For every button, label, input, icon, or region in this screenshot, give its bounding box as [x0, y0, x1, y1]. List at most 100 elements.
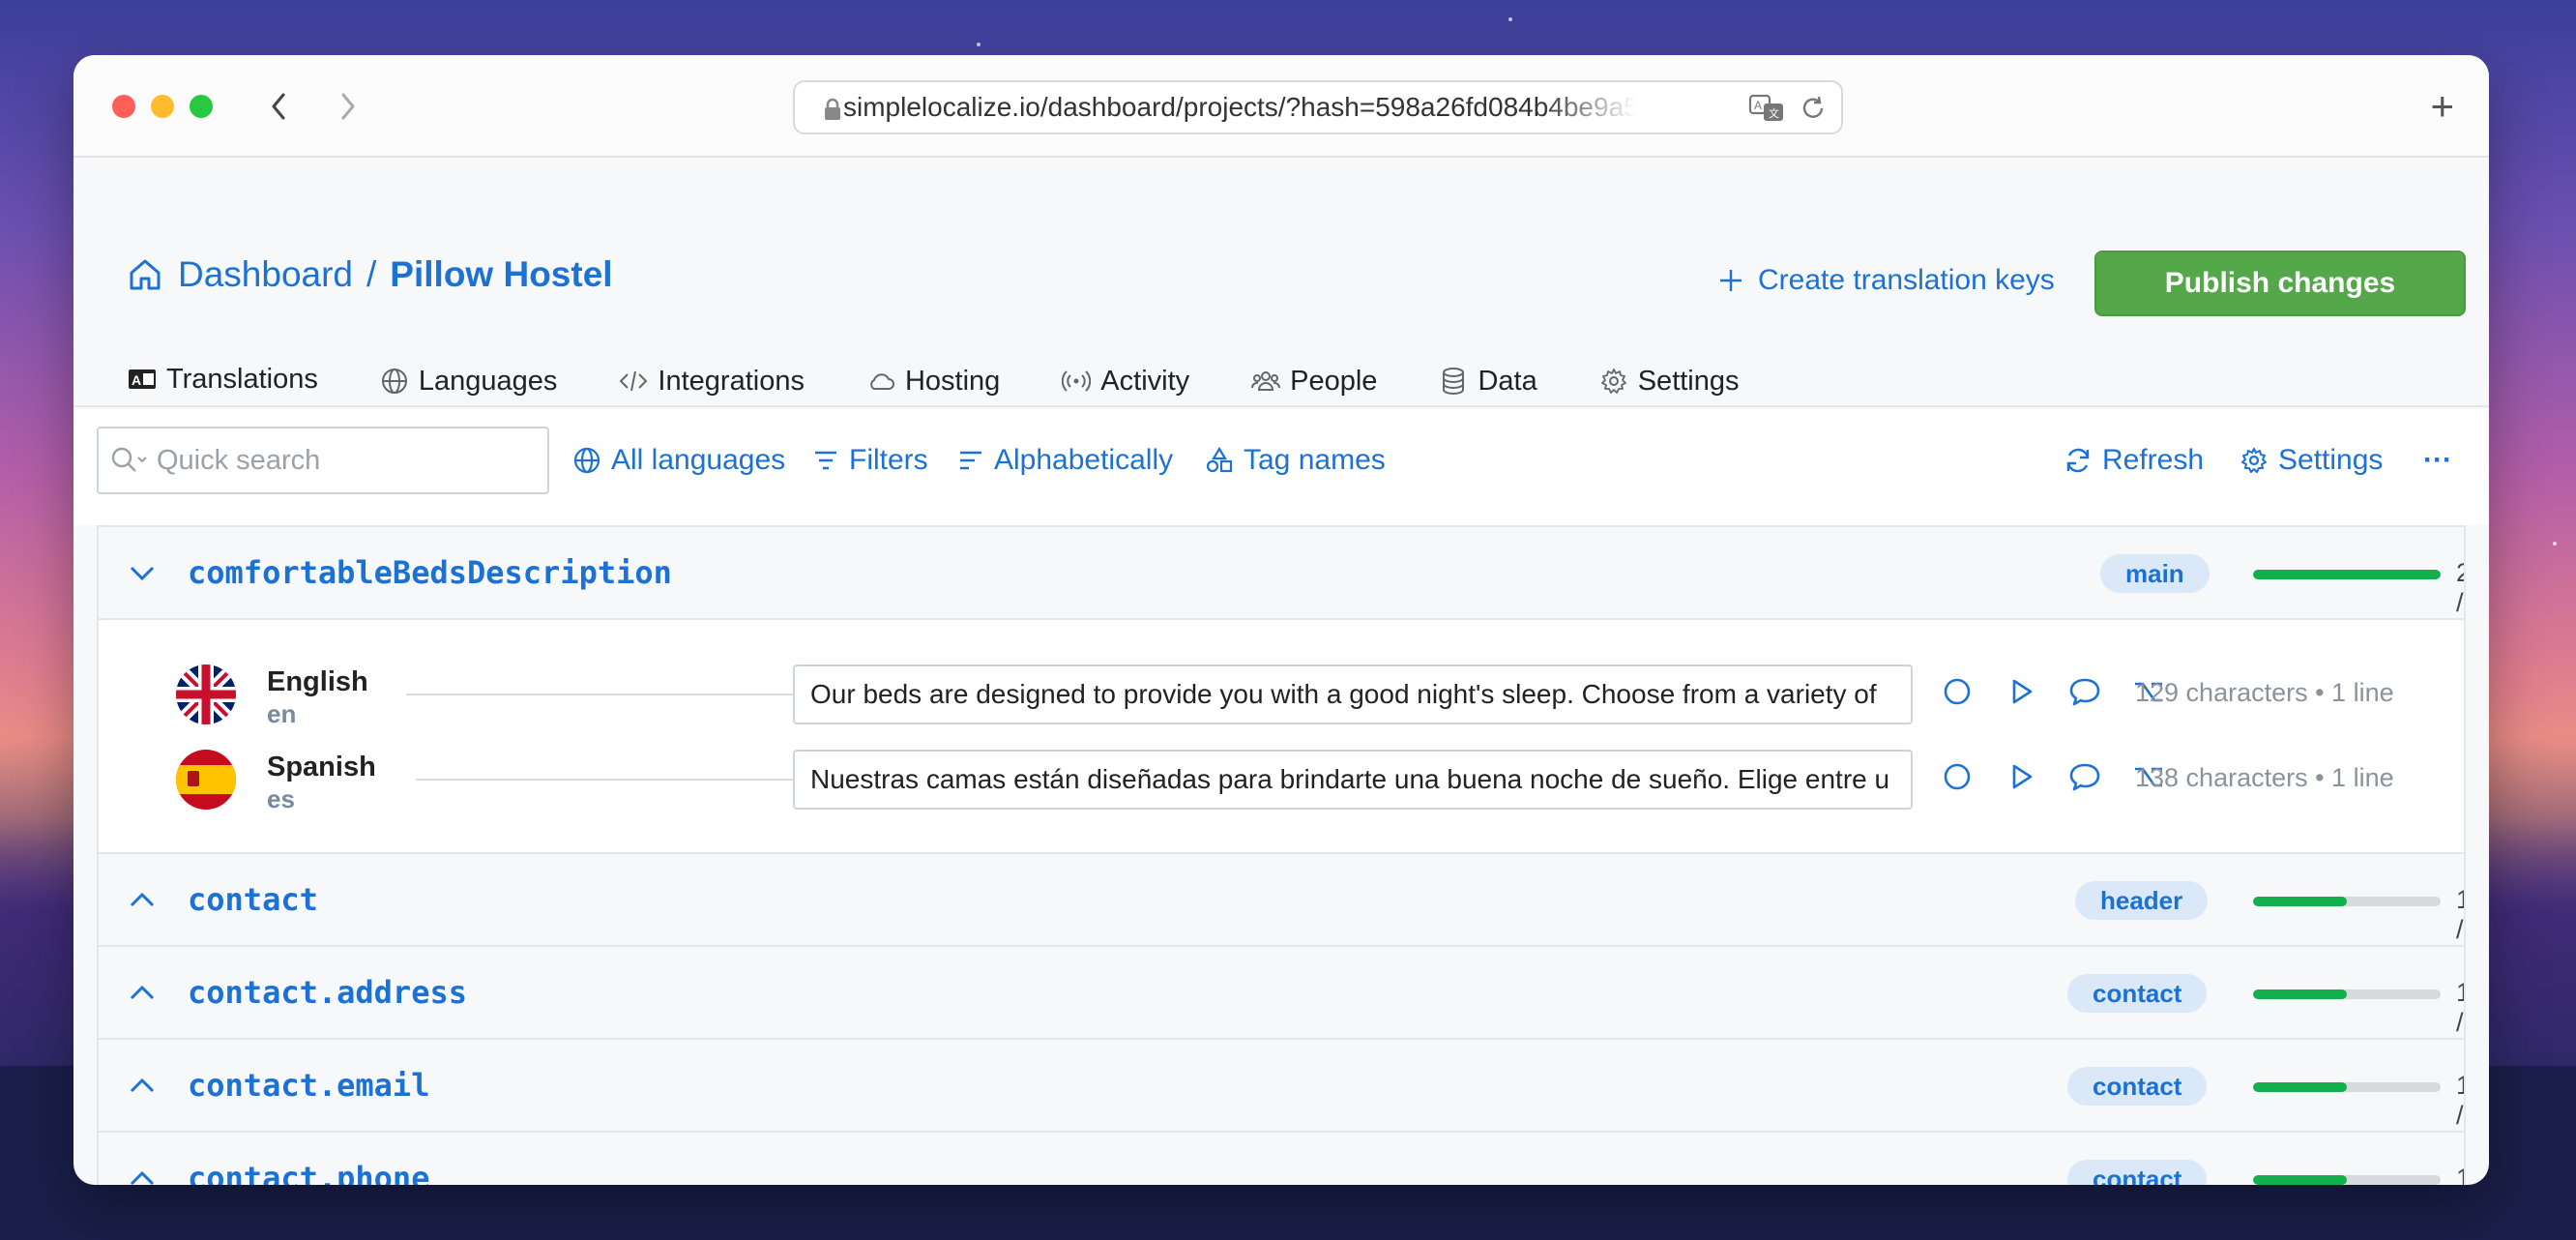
settings-label: Settings	[2278, 444, 2384, 476]
publish-changes-button[interactable]: Publish changes	[2094, 251, 2466, 316]
translations-panel: English en Our beds are designed to prov…	[99, 618, 2464, 852]
project-tabs: A Translations Languages Integrations Ho…	[97, 347, 1771, 415]
tag-badge[interactable]: main	[2100, 554, 2210, 593]
translate-icon: A	[129, 369, 156, 389]
all-languages-button[interactable]: All languages	[572, 444, 785, 477]
tab-languages[interactable]: Languages	[349, 347, 589, 415]
tab-activity[interactable]: Activity	[1031, 347, 1220, 415]
translate-page-icon[interactable]: A 文	[1748, 94, 1785, 123]
translation-progress-bar	[2253, 897, 2441, 906]
globe-icon	[573, 447, 600, 474]
plus-icon	[1720, 270, 1742, 291]
code-icon	[620, 370, 648, 392]
filter-icon	[815, 451, 836, 470]
tab-data[interactable]: Data	[1408, 347, 1567, 415]
browser-window: simplelocalize.io/dashboard/projects/?ha…	[73, 55, 2489, 1185]
translation-key-row[interactable]: contact header 1 / 2	[99, 852, 2464, 974]
tag-badge[interactable]: contact	[2067, 1067, 2208, 1106]
breadcrumb-separator: /	[366, 254, 377, 294]
translation-key-row[interactable]: contact.phone contact 1 / 2	[99, 1131, 2464, 1185]
filters-label: Filters	[849, 444, 928, 476]
chevron-up-icon[interactable]	[128, 1075, 157, 1098]
translation-progress-bar	[2253, 1175, 2441, 1185]
all-languages-label: All languages	[611, 444, 786, 476]
comment-icon[interactable]	[2067, 759, 2102, 794]
review-status-icon[interactable]	[1940, 759, 1975, 794]
breadcrumb-dashboard-link[interactable]: Dashboard	[178, 254, 353, 295]
new-tab-button[interactable]: +	[2430, 84, 2454, 129]
tag-badge[interactable]: contact	[2067, 1160, 2208, 1185]
reload-icon[interactable]	[1799, 94, 1828, 123]
translation-key-name[interactable]: contact	[188, 881, 318, 918]
svg-text:A: A	[132, 372, 141, 388]
progress-fill	[2253, 989, 2347, 999]
language-name: English	[267, 666, 368, 697]
close-window-button[interactable]	[112, 95, 135, 118]
forward-button[interactable]	[329, 84, 367, 129]
tab-translations[interactable]: A Translations	[97, 347, 349, 415]
refresh-button[interactable]: Refresh	[2064, 444, 2204, 477]
translation-key-row[interactable]: contact.address contact 1 / 2	[99, 945, 2464, 1067]
minimize-window-button[interactable]	[151, 95, 174, 118]
uk-flag-icon	[176, 664, 236, 724]
translation-key-name[interactable]: contact.email	[188, 1067, 429, 1104]
create-translation-keys-label: Create translation keys	[1758, 264, 2055, 296]
tag-badge[interactable]: contact	[2067, 974, 2208, 1013]
back-button[interactable]	[259, 84, 298, 129]
play-icon[interactable]	[2004, 759, 2038, 794]
create-translation-keys-button[interactable]: Create translation keys	[1717, 264, 2055, 297]
progress-fill	[2253, 897, 2347, 906]
translation-key-row[interactable]: comfortableBedsDescription main 2 / 2	[99, 525, 2464, 647]
tab-label: Settings	[1637, 365, 1740, 397]
translation-meta: 138 characters • 1 line	[2135, 763, 2394, 792]
chevron-up-icon[interactable]	[128, 1167, 157, 1185]
gear-icon	[2241, 448, 2267, 473]
comment-icon[interactable]	[2067, 674, 2102, 709]
spain-flag-icon	[176, 750, 236, 810]
refresh-label: Refresh	[2102, 444, 2205, 476]
search-icon	[111, 447, 147, 472]
translation-progress-bar	[2253, 1082, 2441, 1092]
chevron-up-icon[interactable]	[128, 982, 157, 1005]
home-icon[interactable]	[126, 255, 164, 294]
settings-button[interactable]: Settings	[2239, 444, 2383, 477]
broadcast-icon	[1062, 370, 1092, 392]
globe-icon	[381, 369, 407, 394]
sort-button[interactable]: Alphabetically	[957, 444, 1173, 477]
review-status-icon[interactable]	[1940, 674, 1975, 709]
translation-input-es[interactable]: Nuestras camas están diseñadas para brin…	[793, 750, 1913, 810]
address-bar[interactable]: simplelocalize.io/dashboard/projects/?ha…	[793, 80, 1843, 134]
chevron-right-icon	[341, 93, 355, 120]
tab-integrations[interactable]: Integrations	[588, 347, 835, 415]
tab-hosting[interactable]: Hosting	[835, 347, 1031, 415]
tab-settings[interactable]: Settings	[1568, 347, 1771, 415]
chevron-up-icon[interactable]	[128, 889, 157, 912]
translation-input-en[interactable]: Our beds are designed to provide you wit…	[793, 664, 1913, 724]
wallpaper-star	[977, 43, 981, 46]
project-name[interactable]: Pillow Hostel	[390, 254, 612, 295]
tag-names-button[interactable]: Tag names	[1205, 444, 1386, 477]
wallpaper-star	[1508, 17, 1512, 21]
translation-key-name[interactable]: contact.address	[188, 974, 467, 1011]
translation-key-name[interactable]: comfortableBedsDescription	[188, 554, 672, 591]
search-input[interactable]: Quick search	[97, 427, 549, 494]
progress-fill	[2253, 1082, 2347, 1092]
translation-meta: 129 characters • 1 line	[2135, 678, 2394, 707]
svg-text:文: 文	[1769, 106, 1779, 120]
chevron-down-icon[interactable]	[128, 562, 157, 585]
tab-people[interactable]: People	[1220, 347, 1408, 415]
translations-toolbar: Quick search All languages Filters Alpha…	[73, 409, 2489, 525]
play-icon[interactable]	[2004, 674, 2038, 709]
translation-progress-bar	[2253, 570, 2441, 579]
translation-key-name[interactable]: contact.phone	[188, 1160, 429, 1185]
translation-key-row[interactable]: contact.email contact 1 / 2	[99, 1038, 2464, 1160]
more-options-button[interactable]: ···	[2423, 444, 2452, 477]
progress-ratio: 1 / 2	[2456, 1164, 2464, 1185]
lock-icon	[825, 98, 840, 120]
maximize-window-button[interactable]	[190, 95, 213, 118]
breadcrumb: Dashboard / Pillow Hostel	[126, 254, 613, 295]
filters-button[interactable]: Filters	[812, 444, 928, 477]
browser-titlebar: simplelocalize.io/dashboard/projects/?ha…	[73, 55, 2489, 158]
tag-badge[interactable]: header	[2075, 881, 2209, 920]
app-header: Dashboard / Pillow Hostel Create transla…	[73, 160, 2489, 415]
